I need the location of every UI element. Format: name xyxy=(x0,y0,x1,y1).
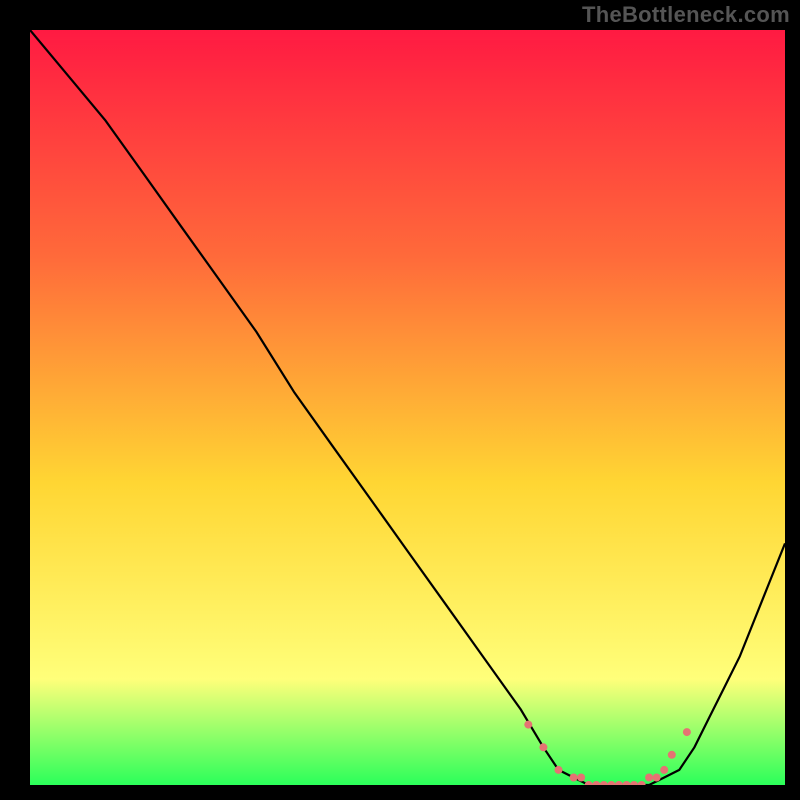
optimal-dot xyxy=(653,774,661,782)
optimal-dot xyxy=(683,728,691,736)
optimal-dot xyxy=(645,774,653,782)
optimal-dot xyxy=(660,766,668,774)
plot-area xyxy=(30,30,785,785)
gradient-background xyxy=(30,30,785,785)
optimal-dot xyxy=(570,774,578,782)
watermark-text: TheBottleneck.com xyxy=(582,2,790,28)
optimal-dot xyxy=(668,751,676,759)
optimal-dot xyxy=(539,743,547,751)
chart-frame: TheBottleneck.com xyxy=(0,0,800,800)
optimal-dot xyxy=(524,721,532,729)
optimal-dot xyxy=(555,766,563,774)
chart-svg xyxy=(30,30,785,785)
optimal-dot xyxy=(577,774,585,782)
